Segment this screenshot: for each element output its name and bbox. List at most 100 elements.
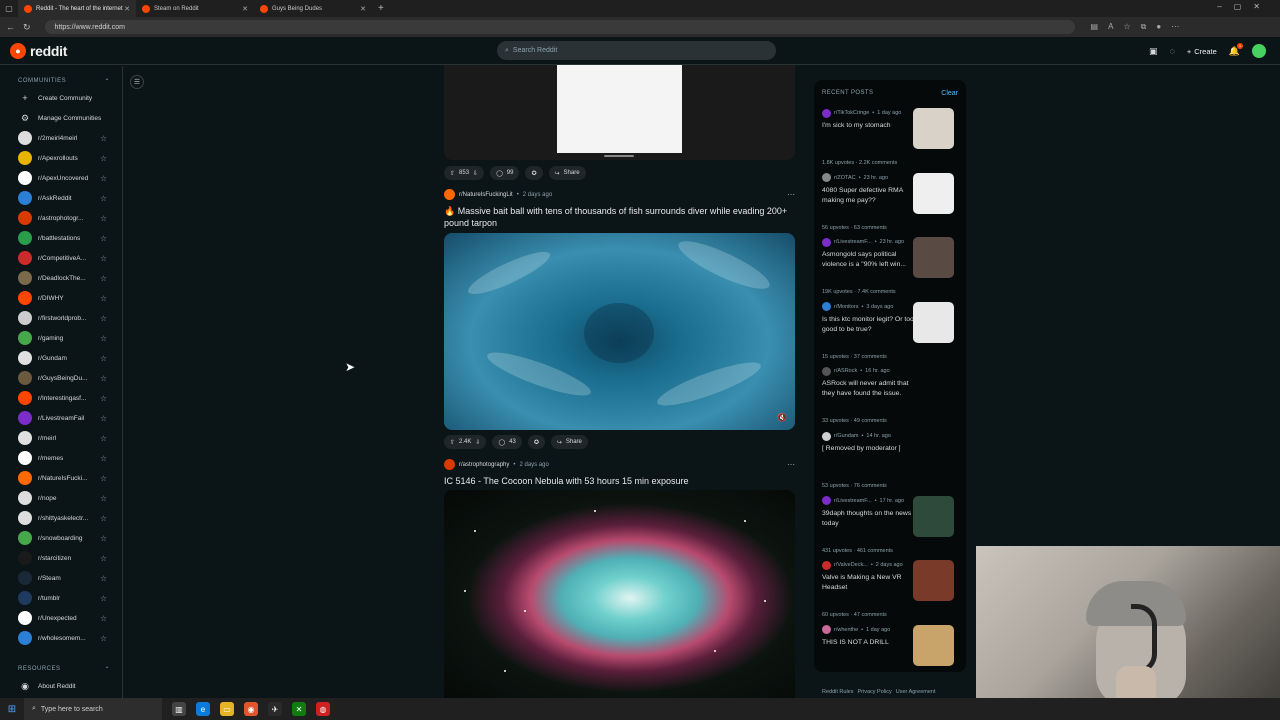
extensions-icon[interactable]: ⧉ (1141, 22, 1147, 32)
favorite-star-icon[interactable]: ☆ (100, 514, 107, 523)
footer-link[interactable]: Privacy Policy (858, 689, 892, 695)
clear-button[interactable]: Clear (941, 90, 958, 97)
recent-post-subreddit[interactable]: r/LivestreamF... (834, 239, 872, 245)
chat-icon[interactable]: ◌ (1170, 46, 1175, 56)
favorite-star-icon[interactable]: ☆ (100, 634, 107, 643)
advertise-icon[interactable]: ▣ (1149, 46, 1158, 57)
recent-post-thumbnail[interactable] (913, 108, 954, 149)
communities-heading[interactable]: COMMUNITIES ⌃ (0, 74, 122, 88)
sidebar-community-item[interactable]: r/memes ☆ (0, 448, 122, 468)
recent-post-thumbnail[interactable] (913, 172, 954, 214)
recent-post-title[interactable]: THIS IS NOT A DRILL (822, 638, 914, 648)
app-icon[interactable]: ✈ (268, 702, 282, 716)
new-tab-icon[interactable]: + (378, 3, 384, 14)
sidebar-community-item[interactable]: r/shittyaskelectr... ☆ (0, 508, 122, 528)
firefox-icon[interactable]: ◉ (244, 702, 258, 716)
recent-post-subreddit[interactable]: r/Monitors (834, 304, 858, 310)
sidebar-community-item[interactable]: r/gaming ☆ (0, 328, 122, 348)
favorite-star-icon[interactable]: ☆ (100, 614, 107, 623)
recent-post-thumbnail[interactable] (913, 301, 954, 343)
sidebar-community-item[interactable]: r/AskReddit ☆ (0, 188, 122, 208)
sidebar-community-item[interactable]: r/ApexUncovered ☆ (0, 168, 122, 188)
share-button[interactable]: ↪ Share (550, 435, 588, 449)
recent-post-thumbnail[interactable] (913, 237, 954, 279)
share-button[interactable]: ↪ Share (548, 166, 586, 180)
sidebar-community-item[interactable]: r/snowboarding ☆ (0, 528, 122, 548)
sidebar-community-item[interactable]: r/CompetitiveA... ☆ (0, 248, 122, 268)
recent-post-item[interactable]: r/Gundam • 14 hr. ago [ Removed by moderato… (822, 431, 960, 493)
comments-button[interactable]: ◯ 99 (490, 166, 520, 180)
sidebar-community-item[interactable]: r/2meirl4meirl ☆ (0, 128, 122, 148)
user-avatar[interactable] (1252, 44, 1266, 58)
downvote-icon[interactable]: ⇩ (473, 170, 478, 177)
reader-icon[interactable]: ▤ (1091, 22, 1099, 32)
favorite-star-icon[interactable]: ☆ (100, 434, 107, 443)
recent-post-title[interactable]: Is this ktc monitor legit? Or too good t… (822, 315, 914, 335)
footer-link[interactable]: User Agreement (896, 689, 936, 695)
read-aloud-icon[interactable]: A (1108, 22, 1113, 32)
tab-reddit[interactable]: Reddit - The heart of the internet ✕ (18, 0, 136, 17)
recent-post-title[interactable]: I'm sick to my stomach (822, 121, 914, 131)
reddit-logo[interactable]: ● reddit (10, 43, 67, 59)
recent-post-item[interactable]: r/ASRock • 16 hr. ago ASRock will never adm… (822, 366, 960, 428)
favorite-star-icon[interactable]: ☆ (100, 554, 107, 563)
upvote-icon[interactable]: ⇧ (450, 439, 455, 446)
sidebar-community-item[interactable]: r/Steam ☆ (0, 568, 122, 588)
recent-post-thumbnail[interactable] (913, 495, 954, 537)
vote-control[interactable]: ⇧ 2.4K ⇩ (444, 435, 487, 449)
favorite-star-icon[interactable]: ☆ (100, 534, 107, 543)
sidebar-community-item[interactable]: r/Interestingasf... ☆ (0, 388, 122, 408)
create-button[interactable]: + Create (1187, 47, 1217, 56)
recent-post-subreddit[interactable]: r/ASRock (834, 368, 857, 374)
more-options-icon[interactable]: ⋯ (787, 190, 795, 199)
favorite-star-icon[interactable]: ☆ (100, 194, 107, 203)
post-image[interactable] (444, 490, 795, 698)
sidebar-community-item[interactable]: r/NatureIsFucki... ☆ (0, 468, 122, 488)
sidebar-community-item[interactable]: r/astrophotogr... ☆ (0, 208, 122, 228)
favorite-star-icon[interactable]: ☆ (100, 594, 107, 603)
sidebar-community-item[interactable]: r/Apexrollouts ☆ (0, 148, 122, 168)
sidebar-community-item[interactable]: r/DIWHY ☆ (0, 288, 122, 308)
favorite-star-icon[interactable]: ☆ (100, 394, 107, 403)
recent-post-subreddit[interactable]: r/TikTokCringe (834, 110, 869, 116)
tab-steam[interactable]: Steam on Reddit ✕ (136, 0, 254, 17)
favorite-star-icon[interactable]: ☆ (100, 154, 107, 163)
vote-control[interactable]: ⇧ 853 ⇩ (444, 166, 485, 180)
subreddit-link[interactable]: r/NatureIsFuckingLit (459, 192, 513, 198)
favorite-star-icon[interactable]: ☆ (100, 314, 107, 323)
award-button[interactable]: ✪ (525, 166, 543, 180)
about-reddit-item[interactable]: ◉ About Reddit (0, 676, 122, 696)
windows-start-icon[interactable]: ⊞ (0, 704, 24, 715)
create-community-item[interactable]: + Create Community (0, 88, 122, 108)
manage-communities-item[interactable]: ⚙ Manage Communities (0, 108, 122, 128)
recent-post-title[interactable]: Valve is Making a New VR Headset (822, 573, 914, 593)
task-view-icon[interactable]: ▥ (172, 702, 186, 716)
menu-dots-icon[interactable]: ⋯ (1171, 22, 1179, 32)
comments-button[interactable]: ◯ 43 (492, 435, 522, 449)
recent-post-thumbnail[interactable] (913, 560, 954, 602)
upvote-icon[interactable]: ⇧ (450, 170, 455, 177)
recent-post-thumbnail[interactable] (913, 624, 954, 666)
sidebar-community-item[interactable]: r/Unexpected ☆ (0, 608, 122, 628)
favorite-star-icon[interactable]: ☆ (100, 174, 107, 183)
mute-icon[interactable]: 🔇 (777, 413, 787, 422)
tab-guys-being-dudes[interactable]: Guys Being Dudes ✕ (254, 0, 372, 17)
recent-post-title[interactable]: 39daph thoughts on the news today (822, 509, 914, 529)
recent-post-title[interactable]: 4080 Super defective RMA making me pay?? (822, 186, 914, 206)
resources-heading[interactable]: RESOURCES ⌃ (0, 662, 122, 676)
notifications-icon[interactable]: 🔔 1 (1229, 42, 1243, 57)
url-field[interactable]: https://www.reddit.com (44, 20, 1075, 34)
recent-post-item[interactable]: r/TikTokCringe • 1 day ago I'm sick to my s… (822, 108, 960, 170)
taskbar-search[interactable]: ⌕ Type here to search (24, 698, 162, 720)
close-tab-icon[interactable]: ✕ (360, 5, 366, 13)
sidebar-community-item[interactable]: r/meirl ☆ (0, 428, 122, 448)
recent-post-title[interactable]: [ Removed by moderator ] (822, 444, 914, 454)
recent-post-item[interactable]: r/LivestreamF... • 23 hr. ago Asmongold say… (822, 237, 960, 299)
favorite-star-icon[interactable]: ☆ (100, 274, 107, 283)
recent-post-subreddit[interactable]: r/ValveDeck... (834, 562, 868, 568)
sidebar-community-item[interactable]: r/DeadlockThe... ☆ (0, 268, 122, 288)
recent-post-subreddit[interactable]: r/ZOTAC (834, 175, 856, 181)
recent-post-item[interactable]: r/Monitors • 3 days ago Is this ktc monitor… (822, 301, 960, 364)
post-title[interactable]: 🔥 Massive bait ball with tens of thousan… (444, 205, 795, 229)
sidebar-community-item[interactable]: r/starcitizen ☆ (0, 548, 122, 568)
